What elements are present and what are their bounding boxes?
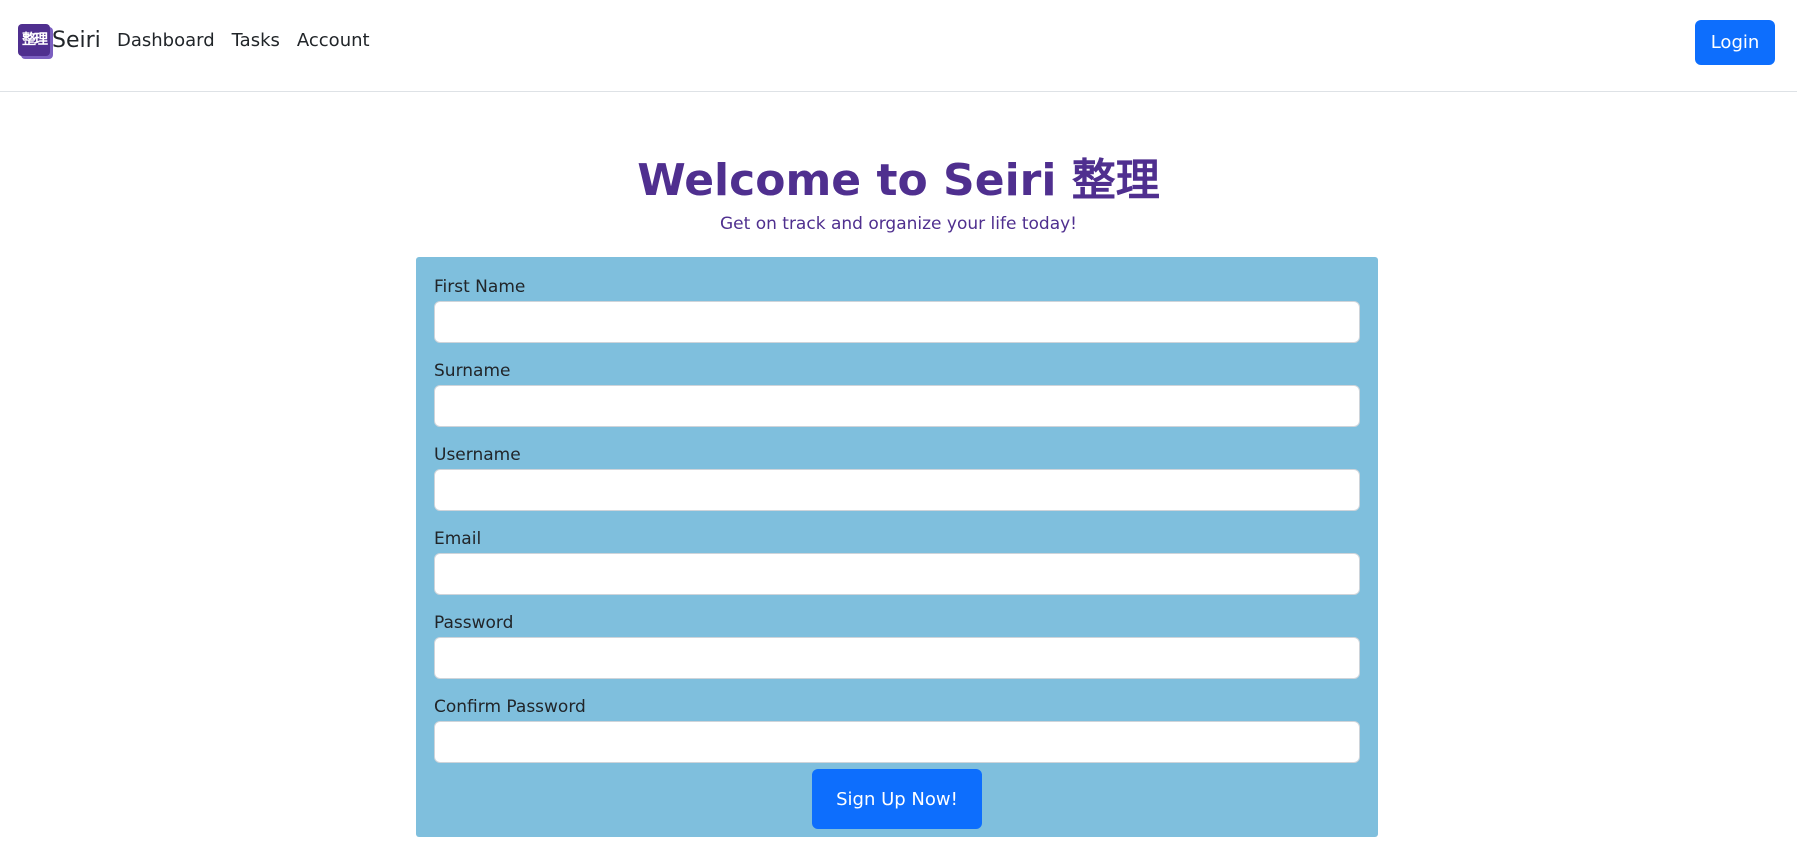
surname-group: Surname <box>434 359 1360 427</box>
brand-logo: 整理 <box>18 24 50 56</box>
signup-form: First Name Surname Username Email Passwo… <box>416 257 1378 837</box>
username-input[interactable] <box>434 469 1360 511</box>
confirm-password-label: Confirm Password <box>434 697 586 717</box>
password-input[interactable] <box>434 637 1360 679</box>
nav-links: Dashboard Tasks Account <box>117 30 370 51</box>
surname-input[interactable] <box>434 385 1360 427</box>
nav-link-dashboard[interactable]: Dashboard <box>117 30 215 51</box>
page-subtitle: Get on track and organize your life toda… <box>720 214 1077 234</box>
page-title: Welcome to Seiri 整理 <box>637 155 1160 206</box>
first-name-group: First Name <box>434 275 1360 343</box>
login-button[interactable]: Login <box>1695 20 1775 65</box>
password-group: Password <box>434 611 1360 679</box>
email-input[interactable] <box>434 553 1360 595</box>
email-label: Email <box>434 529 482 549</box>
nav-link-account[interactable]: Account <box>297 30 370 51</box>
first-name-input[interactable] <box>434 301 1360 343</box>
surname-label: Surname <box>434 361 511 381</box>
brand-link[interactable]: 整理 Seiri <box>18 24 101 56</box>
nav-link-tasks[interactable]: Tasks <box>232 30 280 51</box>
first-name-label: First Name <box>434 277 526 297</box>
brand-name: Seiri <box>52 27 101 53</box>
sign-up-button[interactable]: Sign Up Now! <box>812 769 982 829</box>
navbar: 整理 Seiri Dashboard Tasks Account Login <box>0 0 1797 92</box>
confirm-password-input[interactable] <box>434 721 1360 763</box>
username-group: Username <box>434 443 1360 511</box>
confirm-password-group: Confirm Password <box>434 695 1360 763</box>
email-group: Email <box>434 527 1360 595</box>
username-label: Username <box>434 445 521 465</box>
password-label: Password <box>434 613 514 633</box>
